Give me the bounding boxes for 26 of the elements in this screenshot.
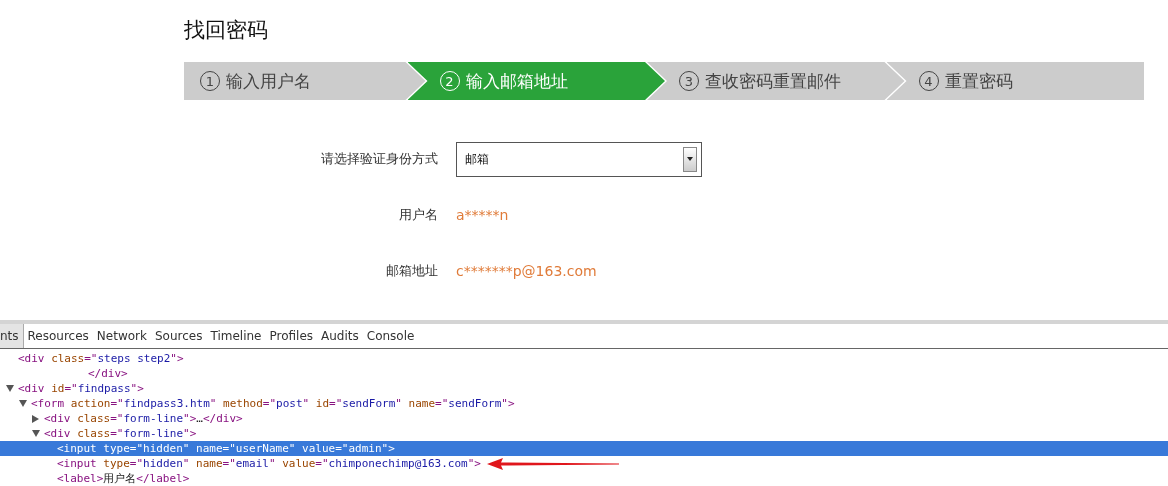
triangle-icon[interactable]	[32, 414, 39, 423]
code-line: </div>	[88, 367, 128, 380]
code-line[interactable]: <input type="hidden" name="email" value="chimponechimp@163.com">	[57, 457, 481, 470]
code-line[interactable]: <form action="findpass3.htm" method="post" id="sendForm" name="sendForm">	[31, 397, 515, 410]
code-line[interactable]: <label>用户名</label>	[57, 471, 190, 486]
devtools-tab[interactable]: Timeline	[206, 324, 266, 348]
code-line[interactable]: <div class="form-line">	[44, 427, 197, 440]
field-label: 请选择验证身份方式	[320, 150, 439, 168]
devtools-tab[interactable]: Network	[92, 324, 151, 348]
field-value: a*****n	[456, 207, 509, 223]
triangle-icon[interactable]	[19, 400, 27, 407]
code-line[interactable]: <div class="steps step2">	[18, 352, 184, 365]
devtools-tab[interactable]: Resources	[23, 324, 93, 348]
devtools-tab[interactable]: nts	[0, 324, 24, 348]
triangle-icon[interactable]	[6, 385, 14, 392]
code-line[interactable]: <div id="findpass">	[18, 382, 144, 395]
method-select[interactable]: 邮箱	[456, 141, 702, 177]
field-value: c*******p@163.com	[456, 263, 597, 279]
field-label: 邮箱地址	[385, 262, 439, 280]
devtools-tab[interactable]: Profiles	[265, 324, 318, 348]
page-title: 找回密码	[184, 17, 269, 44]
devtools-tab[interactable]: Sources	[150, 324, 207, 348]
devtools-tab[interactable]: Console	[362, 324, 419, 348]
devtools-tab[interactable]: Audits	[317, 324, 363, 348]
field-label: 用户名	[398, 206, 439, 224]
code-line[interactable]: <div class="form-line">…</div>	[44, 412, 243, 425]
